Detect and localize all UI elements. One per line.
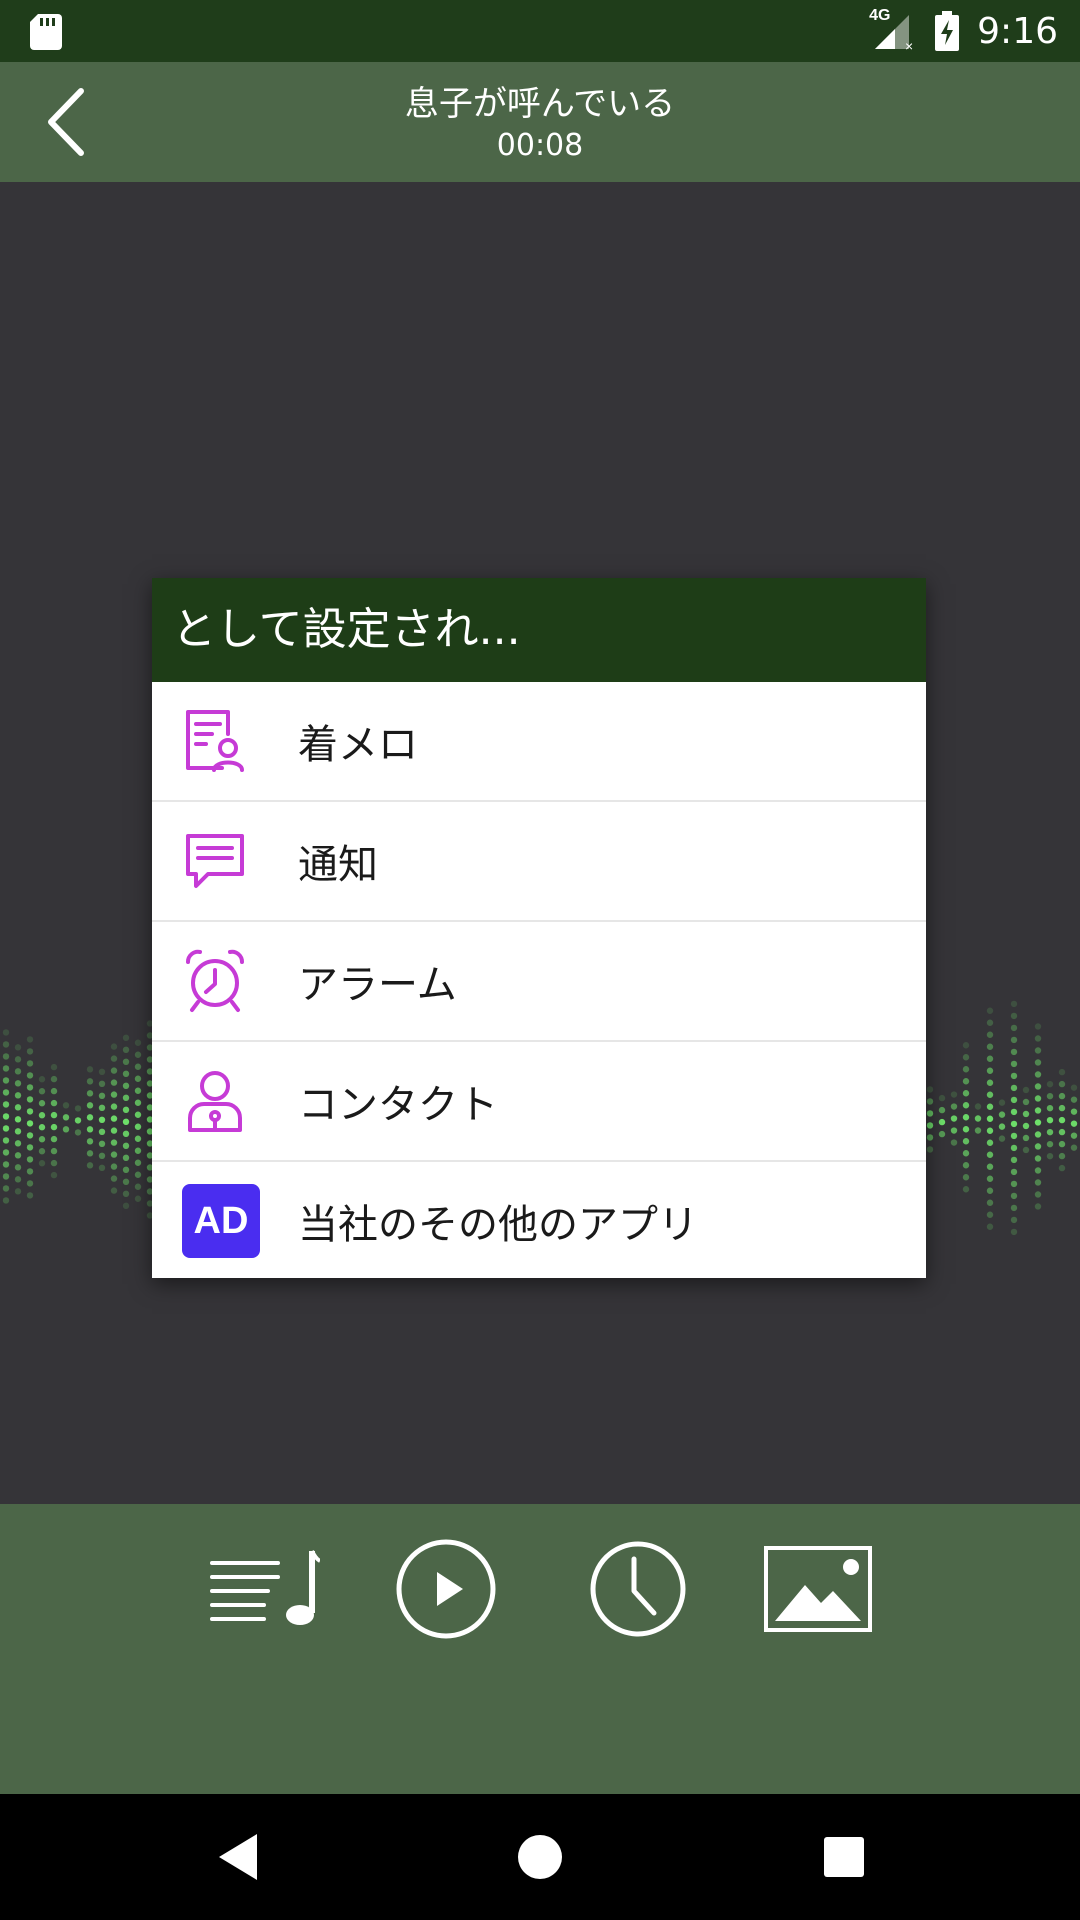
sound-title: 息子が呼んでいる [404, 84, 676, 124]
menu-label-alarm: アラーム [298, 962, 457, 1008]
menu-item-notification[interactable]: 通知 [152, 802, 926, 922]
alarm-clock-icon [186, 949, 244, 1012]
back-triangle-icon [219, 1834, 257, 1880]
app-bar: 息子が呼んでいる 00:08 [0, 62, 1080, 182]
set-as-dialog: として設定され... 着メロ 通知 アラーム コンタクト AD 当社のその他のア… [152, 578, 926, 1278]
menu-label-other-apps: 当社のその他のアプリ [298, 1202, 698, 1248]
contact-icon [188, 1071, 242, 1132]
status-bar: 4G × 9:16 [0, 0, 1080, 62]
dialog-title: として設定され... [152, 578, 926, 682]
system-nav-bar [0, 1794, 1080, 1920]
nav-recents-button[interactable] [804, 1817, 884, 1897]
clock-icon [590, 1541, 686, 1637]
menu-item-other-apps[interactable]: AD 当社のその他のアプリ [152, 1162, 926, 1280]
wallpaper-button[interactable] [758, 1534, 878, 1644]
play-button[interactable] [386, 1534, 506, 1644]
status-time: 9:16 [977, 10, 1058, 52]
battery-charging-icon [935, 11, 960, 51]
playlist-button[interactable] [204, 1534, 324, 1644]
nav-home-button[interactable] [500, 1817, 580, 1897]
home-circle-icon [518, 1835, 562, 1879]
svg-text:×: × [905, 38, 913, 53]
menu-item-alarm[interactable]: アラーム [152, 922, 926, 1042]
menu-item-ringtone[interactable]: 着メロ [152, 682, 926, 802]
timer-button[interactable] [578, 1534, 698, 1644]
ad-badge: AD [182, 1184, 260, 1258]
sd-card-icon [30, 14, 62, 50]
player-controls [0, 1504, 1080, 1794]
image-icon [764, 1546, 872, 1632]
message-icon [186, 834, 244, 888]
ringtone-icon [186, 710, 244, 772]
sound-duration: 00:08 [496, 128, 584, 163]
menu-label-contact: コンタクト [298, 1082, 498, 1128]
recents-square-icon [824, 1837, 864, 1877]
play-icon [396, 1539, 496, 1639]
signal-icon: 4G × [869, 7, 917, 53]
menu-label-notification: 通知 [298, 842, 378, 888]
menu-label-ringtone: 着メロ [298, 722, 418, 768]
menu-item-contact[interactable]: コンタクト [152, 1042, 926, 1162]
nav-back-button[interactable] [198, 1817, 278, 1897]
playlist-icon [210, 1550, 320, 1625]
